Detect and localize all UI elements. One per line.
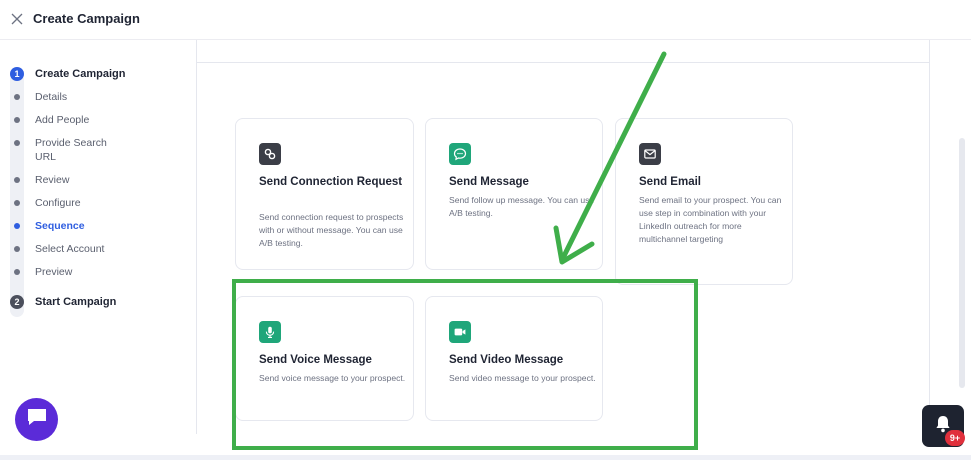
card-title: Send Connection Request [259, 176, 403, 188]
card-title: Send Email [639, 176, 701, 188]
sidebar-item-label: Preview [35, 266, 73, 278]
step-dot [14, 117, 20, 123]
sidebar-item-label: Provide Search URL [35, 137, 107, 163]
step-dot [14, 200, 20, 206]
sidebar-item-label: Add People [35, 114, 90, 126]
card-description: Send follow up message. You can use A/B … [449, 195, 595, 218]
card-description: Send email to your prospect. You can use… [639, 195, 782, 244]
card-send-voice-message[interactable]: Send Voice Message Send voice message to… [235, 296, 414, 421]
chat-button[interactable] [15, 398, 58, 441]
message-icon [449, 143, 471, 165]
card-title: Send Message [449, 176, 529, 188]
scrollbar[interactable] [959, 138, 965, 388]
chat-icon [26, 407, 48, 432]
step-dot [14, 269, 20, 275]
step-title: Create Campaign [35, 68, 126, 80]
sidebar-item-label: Details [35, 91, 68, 103]
card-description: Send voice message to your prospect. [259, 373, 406, 383]
page-title: Create Campaign [33, 11, 140, 26]
sidebar-item-label: Select Account [35, 243, 105, 255]
microphone-icon [259, 321, 281, 343]
sidebar-item-label: Review [35, 174, 70, 186]
card-send-connection-request[interactable]: Send Connection Request Send connection … [235, 118, 414, 270]
step-dot [14, 140, 20, 146]
notification-badge: 9+ [945, 430, 965, 446]
sidebar-item-label: Sequence [35, 220, 85, 232]
step-number: 2 [10, 295, 24, 309]
card-send-message[interactable]: Send Message Send follow up message. You… [425, 118, 603, 270]
step-dot [14, 223, 20, 229]
card-title: Send Voice Message [259, 354, 372, 366]
email-icon [639, 143, 661, 165]
step-dot [14, 94, 20, 100]
step-dot [14, 246, 20, 252]
divider [197, 62, 929, 63]
step-dot [14, 177, 20, 183]
card-title: Send Video Message [449, 354, 564, 366]
sidebar-item-label: Configure [35, 197, 81, 209]
card-send-video-message[interactable]: Send Video Message Send video message to… [425, 296, 603, 421]
step-title: Start Campaign [35, 296, 117, 308]
card-description: Send video message to your prospect. [449, 373, 596, 383]
link-icon [259, 143, 281, 165]
bottom-strip [0, 455, 971, 460]
card-description: Send connection request to prospects wit… [259, 212, 404, 248]
step-number: 1 [10, 67, 24, 81]
close-icon[interactable] [9, 11, 25, 27]
video-icon [449, 321, 471, 343]
card-send-email[interactable]: Send Email Send email to your prospect. … [615, 118, 793, 285]
stepper-rail [10, 73, 24, 317]
top-bar: Create Campaign [0, 0, 971, 40]
